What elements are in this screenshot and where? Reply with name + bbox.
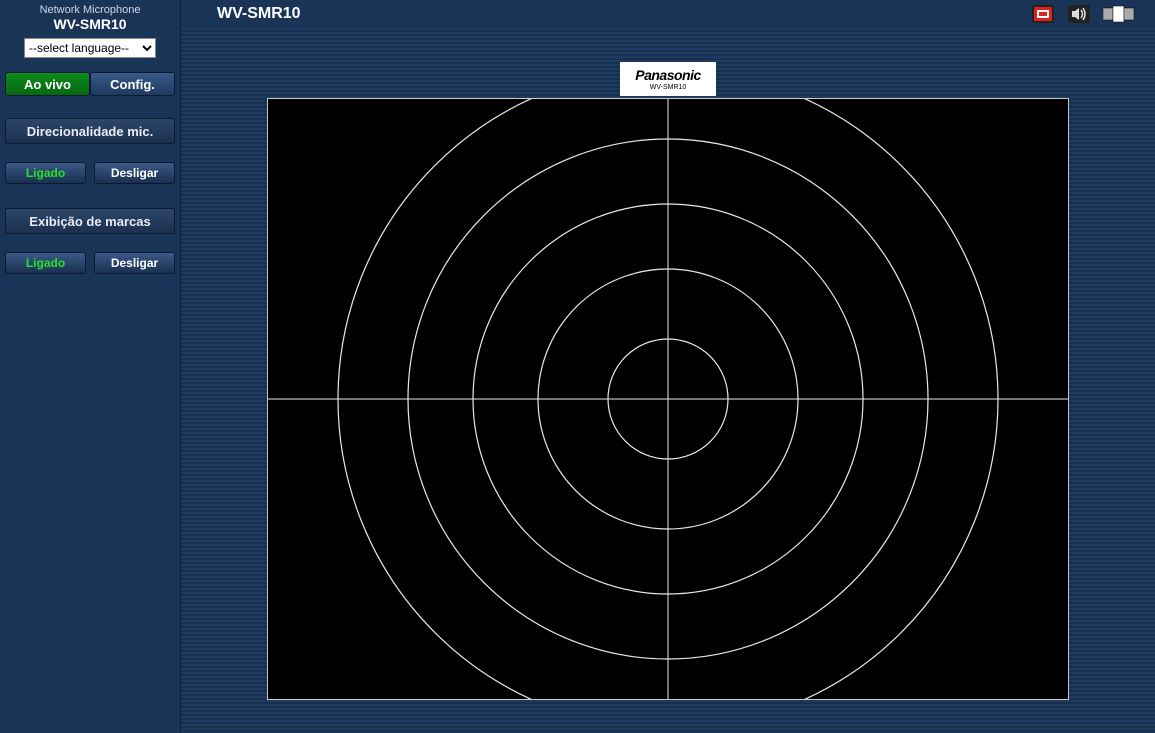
- sidebar-model: WV-SMR10: [53, 16, 126, 32]
- main-panel: WV-SMR10: [181, 0, 1155, 733]
- sidebar: Network Microphone WV-SMR10 --select lan…: [0, 0, 181, 733]
- page-title: WV-SMR10: [217, 5, 1031, 23]
- section-marks-display: Exibição de marcas: [5, 208, 175, 234]
- brand-model-label: WV-SMR10: [650, 84, 687, 91]
- mic-dir-off-button[interactable]: Desligar: [94, 162, 175, 184]
- tab-config[interactable]: Config.: [90, 72, 175, 96]
- radar-display[interactable]: [267, 98, 1069, 700]
- marks-off-button[interactable]: Desligar: [94, 252, 175, 274]
- brand-badge: Panasonic WV-SMR10: [620, 62, 716, 96]
- speaker-icon[interactable]: [1067, 4, 1091, 24]
- header-icons: [1031, 4, 1135, 24]
- mic-dir-buttons: Ligado Desligar: [5, 162, 175, 184]
- record-icon[interactable]: [1031, 4, 1055, 24]
- section-mic-directionality: Direcionalidade mic.: [5, 118, 175, 144]
- radar-svg: [268, 99, 1068, 699]
- content-area: Panasonic WV-SMR10: [181, 28, 1155, 733]
- sidebar-title: Network Microphone: [40, 4, 141, 16]
- tab-live[interactable]: Ao vivo: [5, 72, 90, 96]
- marks-on-button[interactable]: Ligado: [5, 252, 86, 274]
- brand-name: Panasonic: [635, 67, 701, 83]
- main-header: WV-SMR10: [181, 0, 1155, 28]
- language-select[interactable]: --select language--: [24, 38, 156, 58]
- marks-display-buttons: Ligado Desligar: [5, 252, 175, 274]
- mic-dir-on-button[interactable]: Ligado: [5, 162, 86, 184]
- display-mode-icon[interactable]: [1103, 4, 1135, 24]
- tab-row: Ao vivo Config.: [5, 72, 175, 96]
